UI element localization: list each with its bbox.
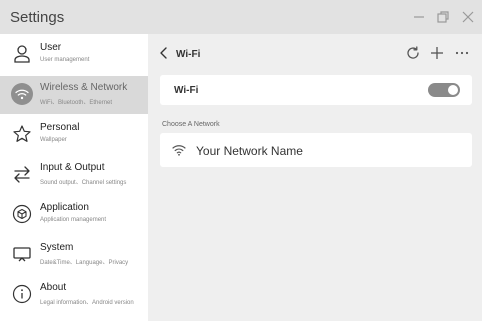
sidebar-item-input-output[interactable]: Input & Output Sound output、Channel sett…: [0, 156, 148, 194]
back-button[interactable]: [158, 46, 170, 60]
content-panel: Wi-Fi Wi-Fi Choose A Network Your Networ…: [148, 34, 482, 321]
network-name: Your Network Name: [196, 144, 303, 158]
sidebar-item-sub: Legal information、Android version: [40, 300, 134, 306]
wifi-label: Wi-Fi: [174, 85, 199, 96]
wifi-toggle[interactable]: [428, 83, 460, 97]
cube-icon: [11, 203, 33, 225]
sidebar-item-label: Personal: [40, 122, 80, 133]
app-title: Settings: [10, 9, 65, 26]
sidebar-item-sub: User management: [40, 57, 90, 63]
wifi-toggle-row: Wi-Fi: [160, 75, 472, 105]
close-button[interactable]: [459, 8, 477, 26]
add-icon: [431, 47, 443, 59]
swap-arrows-icon: [11, 163, 33, 185]
user-icon: [11, 43, 33, 65]
sidebar-item-sub: Date&Time、Language、Privacy: [40, 260, 129, 266]
restore-icon: [437, 11, 449, 23]
sidebar: User User management Wireless & Network …: [0, 34, 148, 321]
sidebar-item-application[interactable]: Application Application management: [0, 196, 148, 234]
wifi-icon: [11, 83, 33, 105]
sidebar-item-label: Application: [40, 202, 89, 213]
star-icon: [11, 123, 33, 145]
monitor-icon: [11, 243, 33, 265]
more-button[interactable]: [454, 45, 470, 61]
sidebar-item-sub: WiFi、Bluetooth、Ethernet: [40, 100, 113, 106]
sidebar-item-personal[interactable]: Personal Wallpaper: [0, 116, 148, 154]
sidebar-item-user[interactable]: User User management: [0, 36, 148, 74]
network-list-item[interactable]: Your Network Name: [160, 133, 472, 167]
sidebar-item-sub: Application management: [40, 217, 107, 223]
chevron-left-icon: [160, 47, 167, 59]
section-label: Choose A Network: [162, 121, 220, 128]
toggle-knob: [448, 85, 458, 95]
refresh-icon: [407, 46, 419, 59]
title-bar: Settings: [0, 0, 482, 34]
sidebar-item-label: About: [40, 282, 67, 293]
restore-button[interactable]: [434, 8, 452, 26]
sidebar-item-label: Input & Output: [40, 162, 105, 173]
minimize-button[interactable]: [410, 8, 428, 26]
sidebar-item-system[interactable]: System Date&Time、Language、Privacy: [0, 236, 148, 274]
sidebar-item-sub: Wallpaper: [40, 137, 67, 143]
info-icon: [11, 283, 33, 305]
sidebar-item-wireless-network[interactable]: Wireless & Network WiFi、Bluetooth、Ethern…: [0, 76, 148, 114]
minimize-icon: [414, 16, 424, 18]
sidebar-item-label: User: [40, 42, 62, 53]
refresh-button[interactable]: [405, 45, 421, 61]
sidebar-item-label: Wireless & Network: [40, 82, 128, 93]
close-icon: [462, 11, 474, 23]
wifi-signal-icon: [172, 144, 186, 156]
add-network-button[interactable]: [429, 45, 445, 61]
sidebar-item-sub: Sound output、Channel settings: [40, 180, 127, 186]
more-icon: [455, 51, 469, 55]
sidebar-item-label: System: [40, 242, 74, 253]
page-title: Wi-Fi: [176, 49, 201, 60]
sidebar-item-about[interactable]: About Legal information、Android version: [0, 276, 148, 314]
